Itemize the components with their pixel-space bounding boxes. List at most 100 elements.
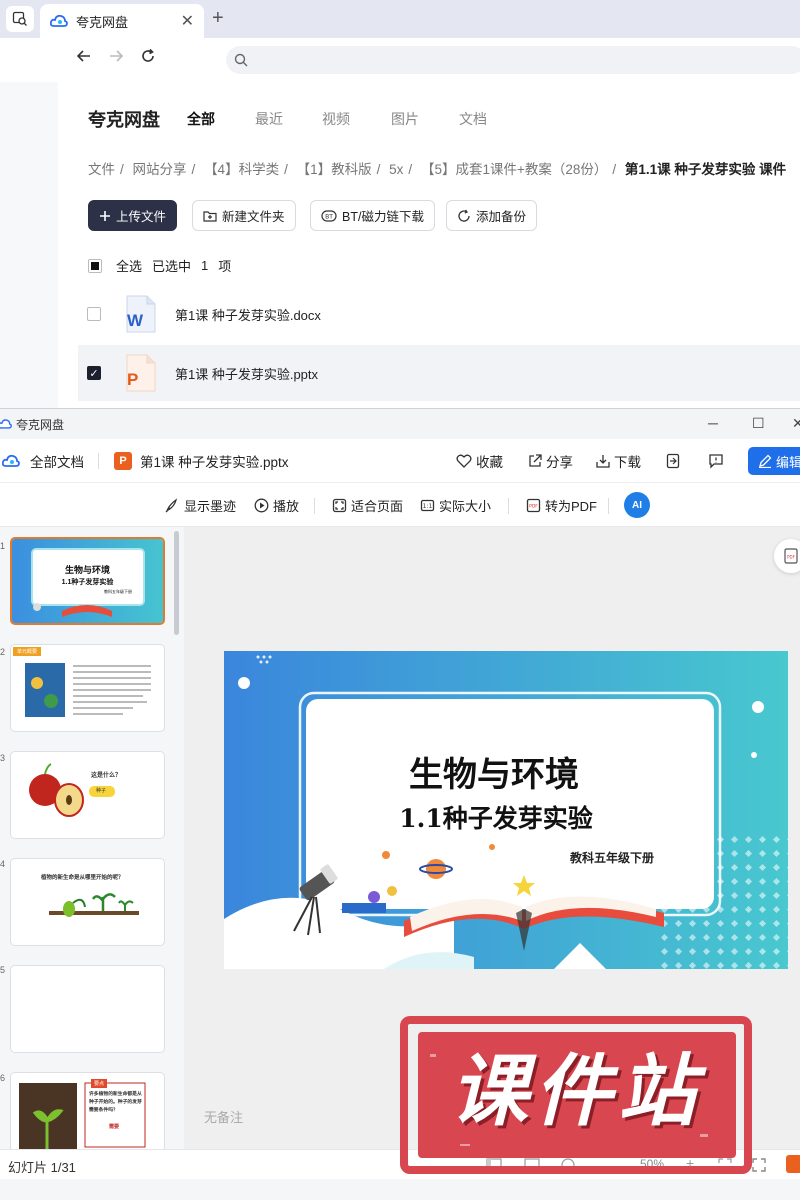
breadcrumb-item[interactable]: 文件: [88, 162, 115, 177]
viewer-header: 全部文档 P 第1课 种子发芽实验.pptx 收藏 分享 下载 编辑: [0, 439, 800, 483]
new-tab-icon[interactable]: +: [212, 6, 224, 30]
favorite-label: 收藏: [476, 455, 503, 470]
breadcrumb-sep: /: [191, 162, 196, 177]
maximize-icon[interactable]: ☐: [752, 415, 765, 432]
viewer-window-title: 夸克网盘: [16, 417, 65, 432]
thumb-6-tag: 要点: [91, 1079, 108, 1088]
upload-label: 上传文件: [116, 210, 167, 224]
breadcrumb-item[interactable]: 5x: [389, 162, 403, 177]
download-button[interactable]: 下载: [596, 451, 641, 471]
thumb-1-subtitle: 1.1种子发芽实验: [61, 579, 114, 586]
minimize-icon[interactable]: ─: [708, 415, 718, 431]
slide-thumb-2[interactable]: 单元概要: [10, 644, 165, 732]
thumbnail-scrollbar[interactable]: [174, 531, 179, 635]
slide-thumbnails: 1 生物与环境 1.1种子发芽实验 教科五年级下册 2 单元概要 3 这是什么？…: [0, 527, 184, 1149]
selected-label: 已选中: [152, 259, 192, 274]
file-row[interactable]: W 第1课 种子发芽实验.docx: [78, 286, 800, 342]
new-folder-button[interactable]: 新建文件夹: [192, 200, 296, 231]
fullscreen-icon[interactable]: [752, 1158, 766, 1175]
file-row-selected[interactable]: ✓ P 第1课 种子发芽实验.pptx: [78, 345, 800, 401]
drive-logo[interactable]: 夸克网盘: [88, 106, 160, 132]
reload-icon[interactable]: [140, 48, 156, 69]
category-doc[interactable]: 文档: [459, 109, 487, 129]
slide-thumb-1[interactable]: 生物与环境 1.1种子发芽实验 教科五年级下册: [10, 537, 165, 625]
page-left-rail: [0, 82, 58, 408]
close-window-icon[interactable]: ✕: [792, 415, 800, 432]
share-label: 分享: [546, 455, 573, 470]
breadcrumb-item[interactable]: 【1】教科版: [297, 162, 372, 177]
thumb-number: 2: [0, 647, 6, 657]
slide-thumb-6[interactable]: 要点 许多植物的新生命都是从种子开始的。种子的发芽需要条件吗？ 需要: [10, 1072, 165, 1149]
forward-icon[interactable]: [108, 48, 124, 69]
thumb-6-answer: 需要: [109, 1124, 120, 1130]
show-ink-button[interactable]: 显示墨迹: [164, 496, 236, 515]
word-letter: W: [127, 311, 144, 330]
svg-text:BT: BT: [325, 213, 333, 220]
file-name[interactable]: 第1课 种子发芽实验.docx: [175, 305, 321, 324]
to-pdf-button[interactable]: PDF 转为PDF: [526, 496, 597, 515]
watermark-stamp: 课件站: [400, 1014, 752, 1174]
floating-pdf-icon[interactable]: PDF: [774, 539, 800, 573]
download-icon: [596, 454, 610, 468]
bt-download-button[interactable]: BT BT/磁力链下载: [310, 200, 435, 231]
slide-thumb-3[interactable]: 这是什么？ 种子: [10, 751, 165, 839]
fit-page-button[interactable]: 适合页面: [332, 496, 403, 515]
breadcrumb-item[interactable]: 【4】科学类: [204, 162, 279, 177]
thumb-1-title: 生物与环境: [64, 565, 110, 575]
category-all[interactable]: 全部: [187, 109, 215, 129]
thumb-number: 1: [0, 541, 6, 551]
thumb-3-question: 这是什么？: [91, 773, 122, 779]
all-docs-button[interactable]: 全部文档: [2, 451, 84, 471]
thumb-2-art: [25, 663, 151, 717]
actual-size-label: 实际大小: [439, 499, 492, 514]
ppt-app-icon[interactable]: [786, 1155, 800, 1173]
breadcrumb-item[interactable]: 网站分享: [133, 162, 187, 177]
svg-text:PDF: PDF: [787, 555, 795, 560]
slide-thumb-4[interactable]: 植物的新生命是从哪里开始的呢？: [10, 858, 165, 946]
back-icon[interactable]: [76, 48, 92, 69]
feedback-icon[interactable]: [708, 453, 724, 472]
actual-size-icon: 1:1: [420, 498, 435, 513]
file-name[interactable]: 第1课 种子发芽实验.pptx: [175, 364, 318, 383]
tab-close-icon[interactable]: ✕: [181, 11, 194, 31]
slide-title: 生物与环境: [409, 755, 579, 795]
file-checkbox-checked[interactable]: ✓: [87, 366, 101, 380]
category-video[interactable]: 视频: [322, 109, 350, 129]
share-icon: [528, 454, 542, 468]
quark-cloud-icon: [2, 454, 20, 468]
heart-icon: [456, 454, 472, 468]
breadcrumb-sep: /: [408, 162, 413, 177]
address-bar[interactable]: [226, 46, 800, 74]
category-recent[interactable]: 最近: [255, 109, 283, 129]
breadcrumb: 文件 / 网站分享 / 【4】科学类 / 【1】教科版 / 5x / 【5】成套1课件+教…: [88, 158, 786, 178]
category-image[interactable]: 图片: [391, 109, 419, 129]
tab-search-icon[interactable]: [6, 6, 34, 32]
actual-size-button[interactable]: 1:1 实际大小: [420, 496, 491, 515]
breadcrumb-item[interactable]: 【5】成套1课件+教案（28份）: [421, 162, 607, 177]
favorite-button[interactable]: 收藏: [456, 451, 503, 471]
viewer-toolbar: 显示墨迹 播放 适合页面 1:1 实际大小 PDF 转为PDF AI: [0, 483, 800, 527]
quark-cloud-icon: [0, 419, 12, 429]
bt-icon: BT: [321, 209, 337, 223]
select-all-checkbox[interactable]: [88, 258, 102, 273]
save-to-drive-icon[interactable]: [666, 453, 680, 472]
add-backup-button[interactable]: 添加备份: [446, 200, 538, 231]
browser-tab[interactable]: 夸克网盘 ✕: [40, 4, 204, 38]
play-label: 播放: [273, 499, 300, 514]
share-button[interactable]: 分享: [528, 451, 573, 471]
plus-icon: [99, 210, 111, 222]
header-divider: [98, 453, 99, 469]
file-title-label: 第1课 种子发芽实验.pptx: [140, 455, 289, 470]
file-checkbox[interactable]: [87, 307, 101, 321]
breadcrumb-sep: /: [376, 162, 381, 177]
play-button[interactable]: 播放: [254, 496, 299, 515]
edit-button[interactable]: 编辑: [748, 447, 800, 475]
upload-button[interactable]: 上传文件: [88, 200, 178, 231]
slide-thumb-5[interactable]: [10, 965, 165, 1053]
thumb-3-apple-art: [29, 763, 115, 817]
file-title: P 第1课 种子发芽实验.pptx: [114, 451, 289, 471]
ai-assistant-icon[interactable]: AI: [624, 492, 650, 518]
pencil-icon: [758, 454, 772, 468]
thumb-number: 3: [0, 753, 6, 763]
select-all-label[interactable]: 全选: [116, 256, 142, 275]
